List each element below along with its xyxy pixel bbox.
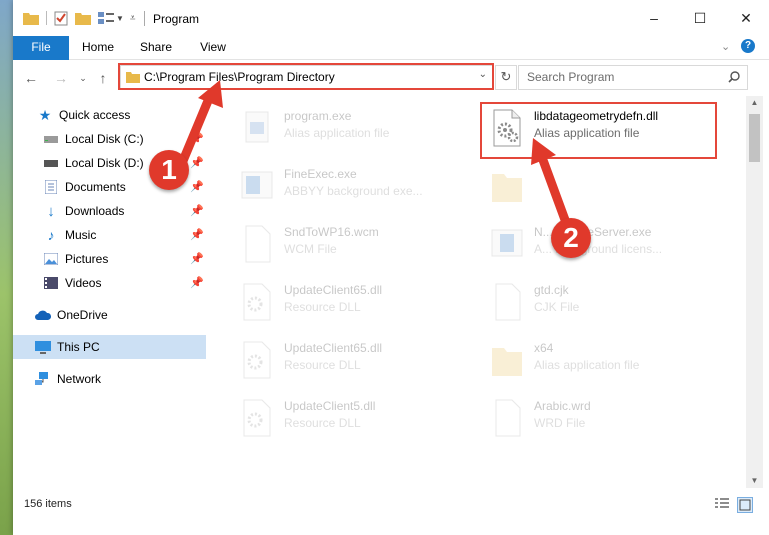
step-1-badge: 1 [149, 150, 189, 190]
explorer-window: ▼ ⩡ Program – ☐ ✕ File Home Share View ⌄… [13, 0, 769, 535]
step-2-badge: 2 [551, 218, 591, 258]
annotation-arrows [175, 80, 573, 233]
